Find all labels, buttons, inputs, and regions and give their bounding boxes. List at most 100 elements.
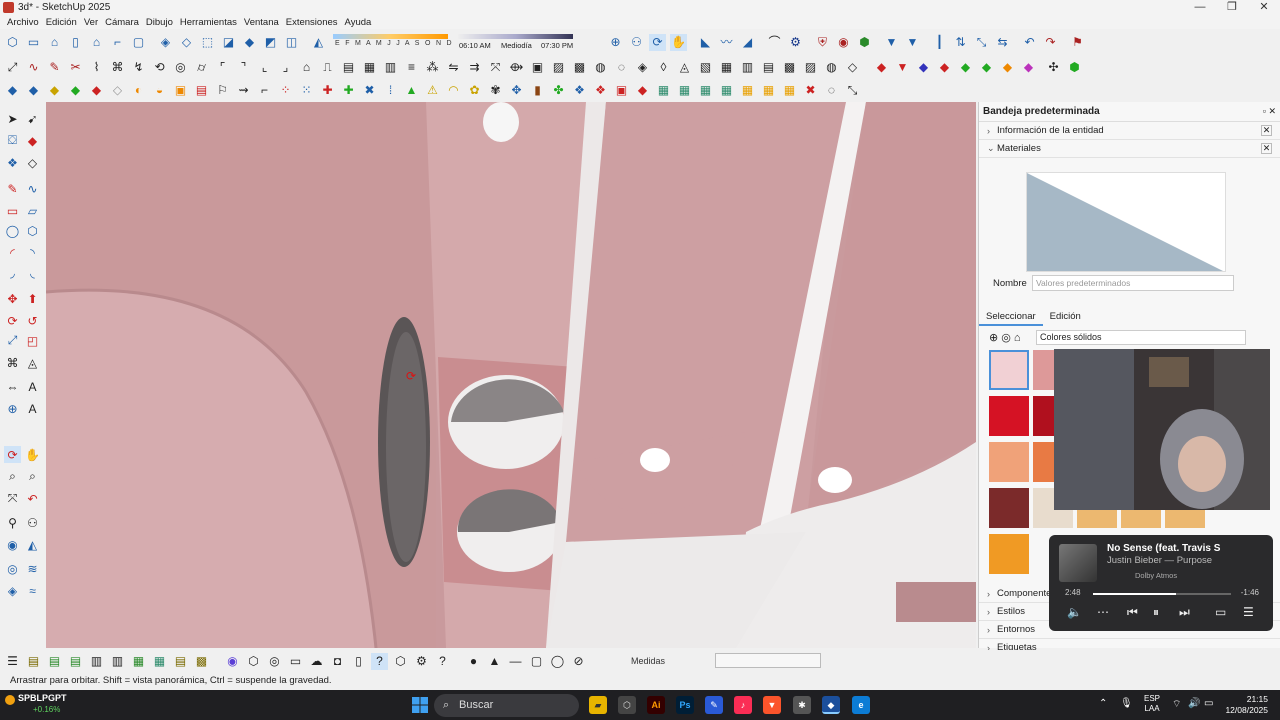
dots-curve-icon[interactable]: ⁘ (277, 82, 294, 99)
bridge-icon[interactable]: ⌒ (766, 34, 783, 51)
walk-icon[interactable]: ⚇ (628, 34, 645, 51)
menu-edicion[interactable]: Edición (46, 17, 77, 28)
volume-tray-icon[interactable]: 🔊 (1188, 698, 1200, 709)
date-slider[interactable] (333, 34, 448, 39)
move-vertex-icon[interactable]: ⤢ (4, 59, 21, 76)
close-button[interactable]: ✕ (1248, 0, 1280, 15)
cube-app-icon[interactable]: ⬡ (618, 696, 636, 714)
tray-pin-close-icons[interactable]: ▫ ✕ (1263, 106, 1276, 117)
illustrator-icon[interactable]: Ai (647, 696, 665, 714)
hidden-line-icon[interactable]: ◪ (220, 34, 237, 51)
restore-button[interactable]: ❐ (1216, 0, 1248, 15)
material-name-field[interactable]: Valores predeterminados (1032, 275, 1234, 291)
polygon-icon[interactable]: ⬡ (24, 222, 41, 239)
slope-icon[interactable]: ◢ (739, 34, 756, 51)
microphone-icon[interactable]: 🎙 (1120, 698, 1133, 709)
array-icon[interactable]: ⁂ (424, 59, 441, 76)
top-view-icon[interactable]: ▭ (25, 34, 42, 51)
green-plane-icon[interactable]: ◆ (67, 82, 84, 99)
window-tool-icon[interactable]: ▦ (361, 59, 378, 76)
scale-icon[interactable]: ⤢ (4, 332, 21, 349)
plugin-f-icon[interactable]: ⇆ (994, 34, 1011, 51)
minimize-button[interactable]: — (1184, 0, 1216, 15)
bend-icon[interactable]: ↯ (130, 59, 147, 76)
right-view-icon[interactable]: ▯ (67, 34, 84, 51)
scale-multi-icon[interactable]: ⤧ (487, 59, 504, 76)
arc-3pt-icon[interactable]: ◞ (4, 264, 21, 281)
3d-viewport[interactable]: ⟳ (46, 102, 976, 648)
menu-camara[interactable]: Cámara (105, 17, 139, 28)
swatch-salmon[interactable] (989, 442, 1029, 482)
layer-i-icon[interactable]: ▩ (193, 653, 210, 670)
arc-icon[interactable]: ◜ (4, 244, 21, 261)
dots-line-icon[interactable]: ⁙ (298, 82, 315, 99)
stock-widget-icon[interactable] (5, 695, 15, 705)
swatch-orange[interactable] (989, 534, 1029, 574)
sandbox-contours-icon[interactable]: ◎ (4, 560, 21, 577)
shaded-icon[interactable]: ◆ (241, 34, 258, 51)
protractor-icon[interactable]: ◬ (24, 354, 41, 371)
crossed-tools-icon[interactable]: ✣ (1045, 59, 1062, 76)
cube-icon[interactable]: ⬡ (245, 653, 262, 670)
help-icon[interactable]: ? (434, 653, 451, 670)
target-icon[interactable]: ◎ (266, 653, 283, 670)
orange-grid-b-icon[interactable]: ▦ (760, 82, 777, 99)
solid-tools-icon[interactable]: ◉ (835, 34, 852, 51)
plugin-e-icon[interactable]: ⤡ (973, 34, 990, 51)
loft-icon[interactable]: ⌭ (193, 59, 210, 76)
axis-green-b-icon[interactable]: ◆ (978, 59, 995, 76)
cone-icon[interactable]: ▲ (403, 82, 420, 99)
design-app-icon[interactable]: ✎ (705, 696, 723, 714)
iso-view-icon[interactable]: ⬡ (4, 34, 21, 51)
layer-f-icon[interactable]: ▦ (130, 653, 147, 670)
grey-plane-icon[interactable]: ◇ (109, 82, 126, 99)
stairs-icon[interactable]: ⎍ (319, 59, 336, 76)
chatgpt-icon[interactable]: ✱ (793, 696, 811, 714)
previous-icon[interactable]: ⏮ (1127, 605, 1138, 620)
extension-icon[interactable]: ⚙ (787, 34, 804, 51)
tab-edit[interactable]: Edición (1043, 310, 1088, 326)
corner-icon[interactable]: ⌐ (256, 82, 273, 99)
edge-icon[interactable]: e (852, 696, 870, 714)
entity-info-section[interactable]: › Información de la entidad ✕ (979, 122, 1280, 140)
front-view-icon[interactable]: ⌂ (46, 34, 63, 51)
tab-select[interactable]: Seleccionar (979, 310, 1043, 326)
zoom-extents-icon[interactable]: ⤧ (4, 490, 21, 507)
settings-icon[interactable]: ⚙ (413, 653, 430, 670)
component-icon[interactable]: ❖ (4, 154, 21, 171)
measurements-field[interactable] (715, 653, 821, 668)
back-view-icon[interactable]: ⌂ (88, 34, 105, 51)
layer-c-icon[interactable]: ▤ (67, 653, 84, 670)
roof-icon[interactable]: ⌂ (298, 59, 315, 76)
materials-section[interactable]: ⌄ Materiales ✕ (979, 140, 1280, 158)
position-camera-icon[interactable]: ⊕ (607, 34, 624, 51)
swatch-pink[interactable] (989, 350, 1029, 390)
orange-grid-c-icon[interactable]: ▦ (781, 82, 798, 99)
crease-icon[interactable]: ◊ (655, 59, 672, 76)
pencil-icon[interactable]: ✎ (4, 180, 21, 197)
subdivide-icon[interactable]: ◈ (634, 59, 651, 76)
file-explorer-icon[interactable]: ▰ (589, 696, 607, 714)
cloud-icon[interactable]: ☁ (308, 653, 325, 670)
circle-outline-icon[interactable]: ◯ (549, 653, 566, 670)
connect-icon[interactable]: ⇝ (235, 82, 252, 99)
plugin-c-icon[interactable]: ┃ (931, 34, 948, 51)
layer-h-icon[interactable]: ▤ (172, 653, 189, 670)
weld-icon[interactable]: ⌘ (109, 59, 126, 76)
pie-icon[interactable]: ◟ (24, 264, 41, 281)
molecule-icon[interactable]: ⬢ (1066, 59, 1083, 76)
hexagon-tool-icon[interactable]: ⬢ (856, 34, 873, 51)
flag-frame-icon[interactable]: ⚐ (214, 82, 231, 99)
components-box-icon[interactable]: ⬡ (392, 653, 409, 670)
text-icon[interactable]: A (24, 378, 41, 395)
orbit-icon[interactable]: ⟳ (649, 33, 666, 51)
menu-ver[interactable]: Ver (84, 17, 98, 28)
table-teal-icon[interactable]: ▦ (655, 82, 672, 99)
red-cubes-icon[interactable]: ❖ (592, 82, 609, 99)
cubes-icon[interactable]: ❖ (571, 82, 588, 99)
paint-bucket-icon[interactable]: ⛋ (4, 132, 21, 149)
layer-e-icon[interactable]: ▥ (109, 653, 126, 670)
axis-purple-icon[interactable]: ◆ (1020, 59, 1037, 76)
sandbox-scratch-icon[interactable]: ≋ (24, 560, 41, 577)
freehand-icon[interactable]: ∿ (24, 180, 41, 197)
